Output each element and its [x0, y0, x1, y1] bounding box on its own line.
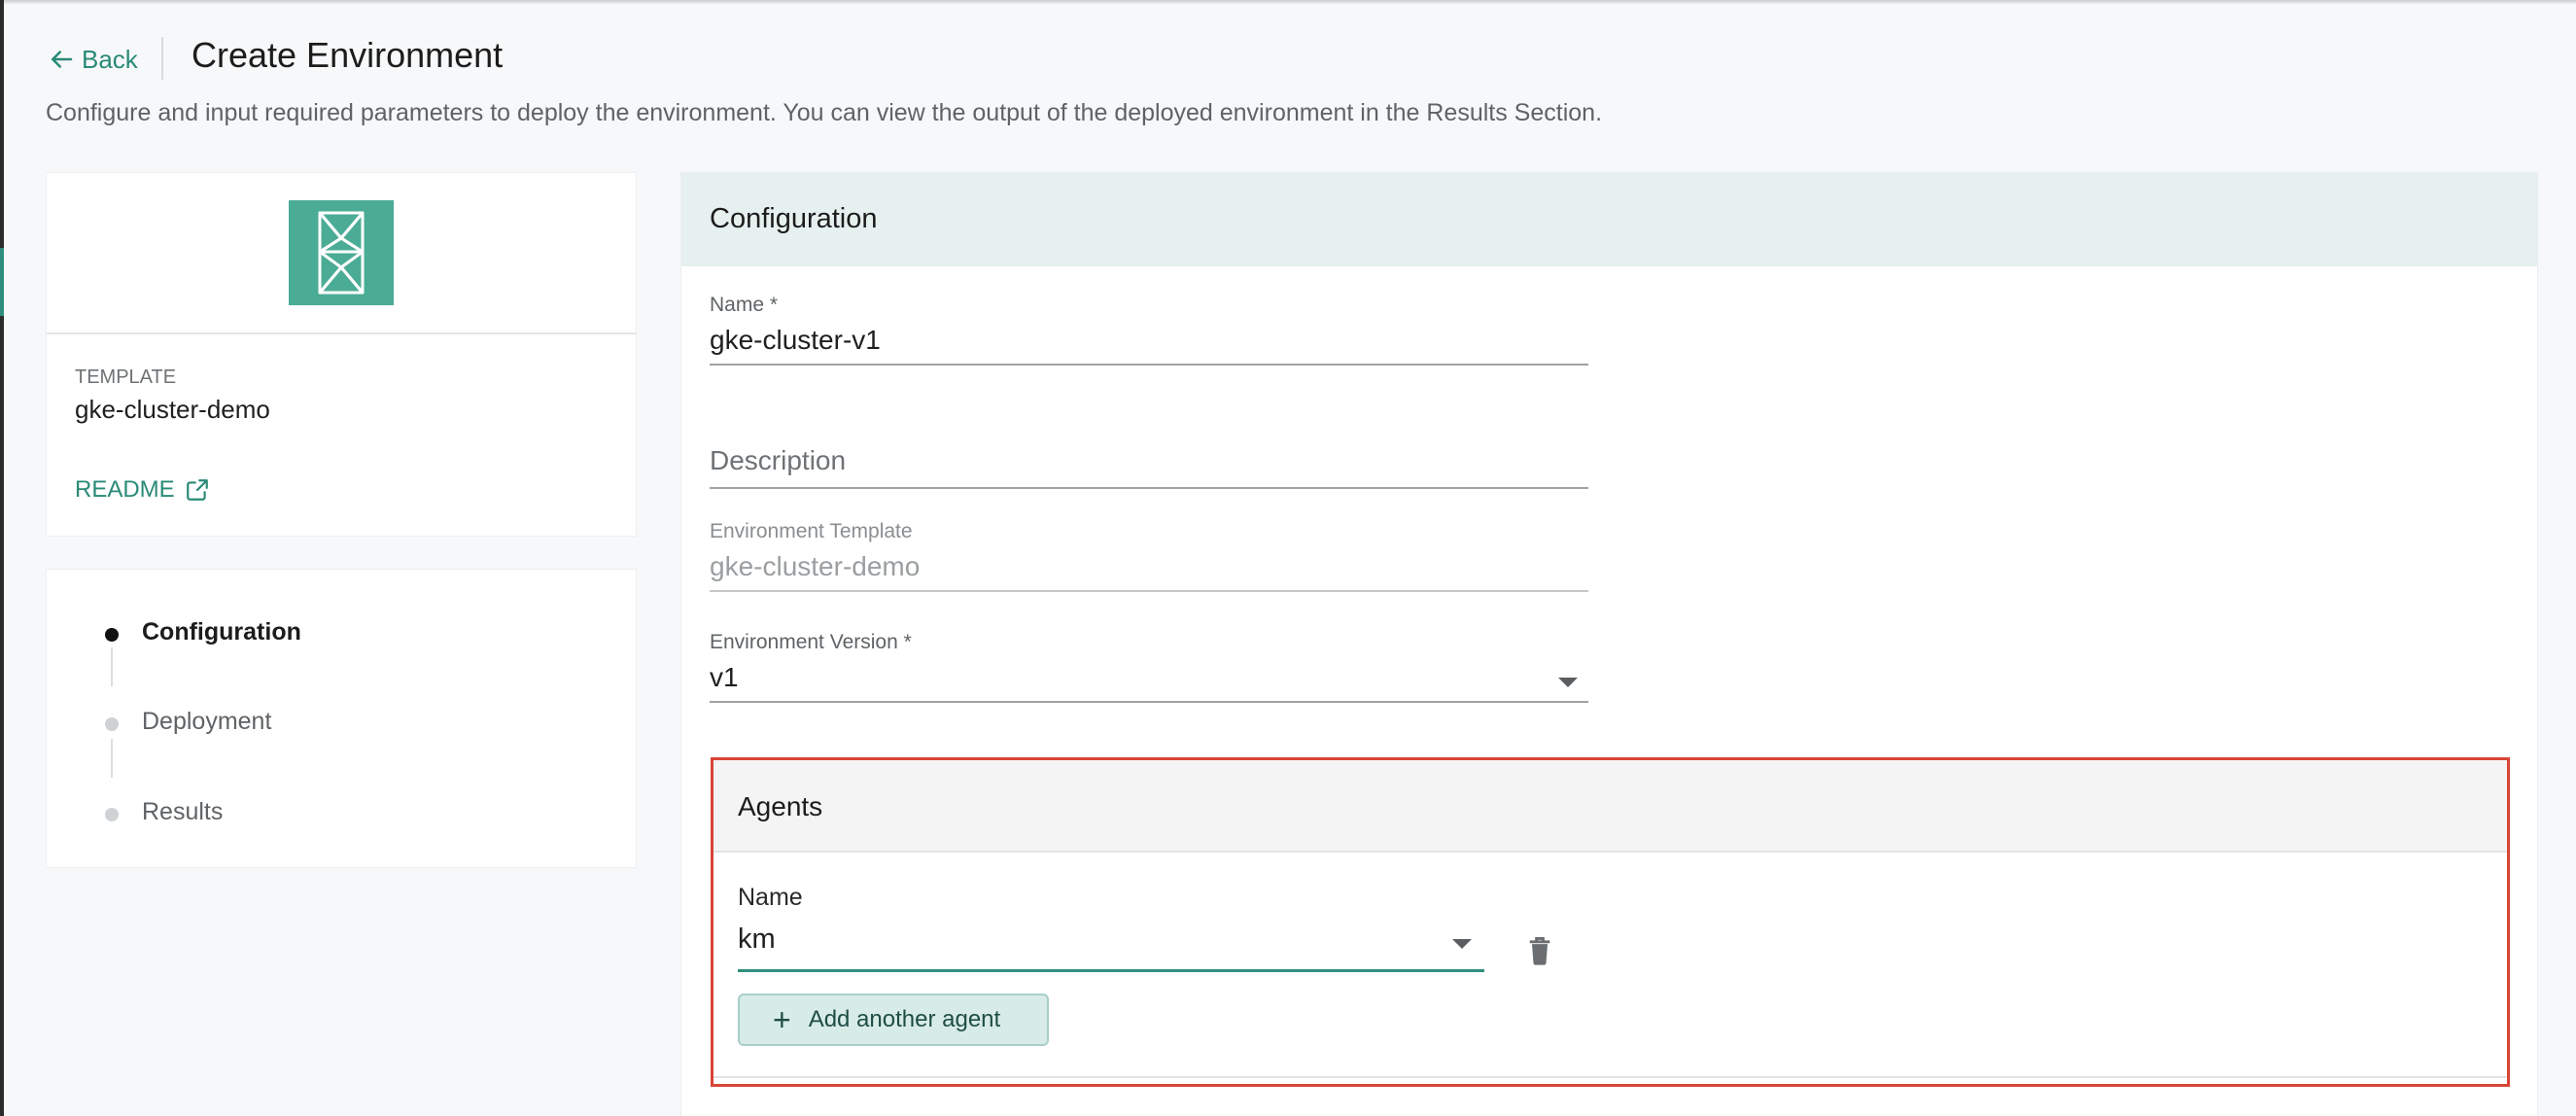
step-label: Configuration: [142, 618, 301, 645]
description-input[interactable]: Description: [710, 445, 846, 476]
name-input[interactable]: gke-cluster-v1: [710, 325, 881, 356]
step-connector: [111, 647, 113, 686]
left-window-edge: [0, 0, 4, 1116]
agent-name-select[interactable]: km: [738, 916, 1484, 974]
add-agent-label: Add another agent: [808, 1006, 1001, 1032]
step-connector: [111, 739, 113, 778]
agents-section: Agents Name km + Add another agent: [711, 757, 2510, 1087]
external-link-icon: [186, 479, 208, 501]
environment-template-value: gke-cluster-demo: [710, 551, 921, 581]
name-field[interactable]: Name * gke-cluster-v1: [710, 294, 1588, 366]
configuration-header: Configuration: [681, 173, 2537, 266]
chevron-down-icon: [1452, 939, 1472, 949]
agents-title: Agents: [738, 791, 823, 821]
step-dot: [105, 717, 119, 731]
template-logo-icon: [289, 200, 394, 305]
arrow-left-icon: [52, 51, 73, 68]
trash-icon: [1529, 937, 1550, 965]
back-label: Back: [82, 44, 138, 74]
environment-version-value: v1: [710, 662, 739, 692]
description-field[interactable]: Description: [710, 445, 1588, 490]
triangles-icon: [318, 211, 365, 295]
agent-name-label: Name: [738, 884, 803, 911]
agent-name-underline: [738, 969, 1484, 972]
readme-link[interactable]: README: [75, 476, 210, 504]
agents-divider: [714, 1076, 2507, 1078]
template-name: gke-cluster-demo: [75, 395, 270, 424]
stepper: Configuration Deployment Results: [46, 569, 637, 868]
agent-name-value: km: [738, 924, 776, 955]
template-logo-area: [47, 173, 636, 334]
step-dot: [105, 808, 119, 821]
back-button[interactable]: Back: [47, 39, 138, 80]
agents-header: Agents: [714, 760, 2507, 853]
description-underline: [710, 487, 1588, 489]
template-card: TEMPLATE gke-cluster-demo README: [46, 172, 637, 537]
chevron-down-icon: [1558, 678, 1578, 687]
environment-version-underline: [710, 701, 1588, 703]
plus-icon: +: [773, 1002, 791, 1037]
readme-label: README: [75, 476, 175, 503]
template-label: TEMPLATE: [75, 366, 177, 388]
step-label: Results: [142, 798, 224, 825]
environment-template-underline: [710, 590, 1588, 592]
environment-version-select[interactable]: Environment Version * v1: [710, 631, 1588, 715]
left-edge-accent: [0, 248, 4, 316]
name-label: Name *: [710, 294, 779, 316]
configuration-title: Configuration: [710, 203, 878, 234]
header-divider: [161, 37, 163, 80]
step-label: Deployment: [142, 708, 272, 735]
environment-version-label: Environment Version *: [710, 631, 912, 653]
top-shadow: [0, 0, 2576, 4]
environment-template-field: Environment Template gke-cluster-demo: [710, 520, 1588, 604]
add-agent-button[interactable]: + Add another agent: [738, 994, 1049, 1046]
environment-template-label: Environment Template: [710, 520, 913, 542]
name-underline: [710, 364, 1588, 366]
delete-agent-button[interactable]: [1526, 935, 1557, 970]
step-dot-active: [105, 628, 119, 642]
page-subtitle: Configure and input required parameters …: [46, 99, 1603, 126]
page-title: Create Environment: [191, 35, 504, 75]
